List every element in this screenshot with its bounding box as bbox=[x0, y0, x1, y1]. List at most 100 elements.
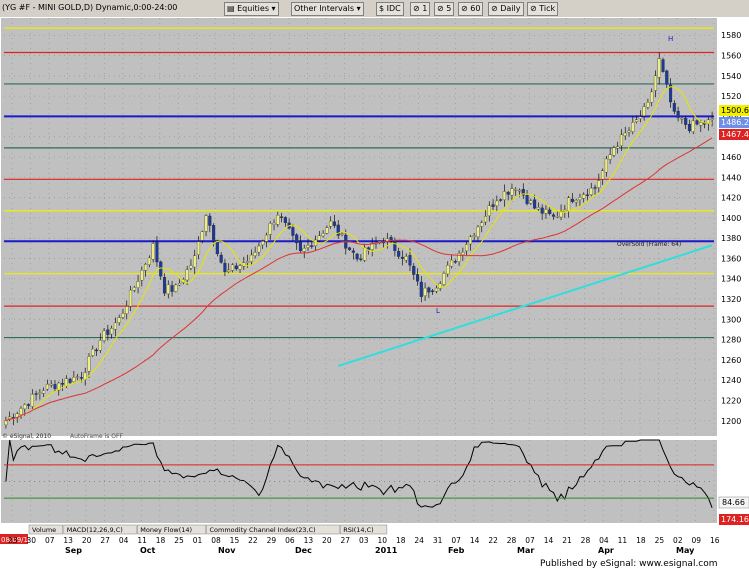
price-tick-label: 1380 bbox=[721, 234, 741, 243]
candle-body bbox=[533, 199, 537, 209]
price-tick-label: 1300 bbox=[721, 315, 741, 324]
date-tick-label: 24 bbox=[414, 536, 424, 545]
candle-body bbox=[113, 322, 117, 330]
candle-body bbox=[178, 282, 182, 286]
candle-body bbox=[128, 289, 133, 307]
month-label: Mar bbox=[517, 546, 534, 555]
candle-body bbox=[147, 257, 151, 265]
price-chart[interactable]: 1200122012401260128013001320134013601380… bbox=[0, 0, 749, 570]
candle-body bbox=[529, 200, 533, 204]
date-tick-label: 14 bbox=[470, 536, 480, 545]
price-tick-label: 1560 bbox=[721, 52, 741, 61]
candle-body bbox=[544, 209, 548, 214]
candle-body bbox=[204, 215, 208, 232]
candle-body bbox=[325, 227, 329, 234]
candle-body bbox=[227, 269, 231, 272]
candle-body bbox=[359, 258, 363, 260]
candle-body bbox=[472, 235, 476, 237]
candle-body bbox=[132, 287, 136, 291]
candle-body bbox=[627, 130, 631, 133]
candle-body bbox=[310, 245, 314, 247]
candle-body bbox=[102, 330, 106, 341]
price-tick-label: 1520 bbox=[721, 92, 741, 101]
candle-body bbox=[604, 158, 608, 173]
candle-body bbox=[91, 348, 95, 356]
date-tick-label: 18 bbox=[156, 536, 166, 545]
candle-body bbox=[42, 390, 46, 394]
candle-body bbox=[219, 254, 223, 263]
price-tick-label: 1360 bbox=[721, 254, 741, 263]
candle-body bbox=[121, 313, 125, 318]
study-tabs: Volume MACD(12,26,9,C) Money Flow(14) Commo… bbox=[28, 524, 388, 535]
candle-body bbox=[72, 377, 76, 383]
candle-body bbox=[291, 227, 295, 236]
price-tick-label: 1460 bbox=[721, 153, 741, 162]
candle-body bbox=[453, 261, 457, 263]
price-tick-label: 1580 bbox=[721, 31, 741, 40]
date-tick-label: 28 bbox=[507, 536, 517, 545]
candle-body bbox=[684, 118, 688, 125]
date-tick-label: 07 bbox=[525, 536, 535, 545]
candle-body bbox=[215, 240, 219, 255]
candle-body bbox=[597, 180, 601, 188]
candle-body bbox=[423, 287, 427, 296]
candle-body bbox=[87, 356, 91, 372]
candle-body bbox=[623, 132, 627, 136]
candle-body bbox=[514, 189, 518, 191]
study-tab-label: MACD(12,26,9,C) bbox=[67, 526, 123, 534]
price-tick-label: 1220 bbox=[721, 396, 741, 405]
date-tick-label: 13 bbox=[63, 536, 73, 545]
candle-body bbox=[567, 197, 571, 211]
date-tick-label: 07 bbox=[45, 536, 55, 545]
date-tick-label: 04 bbox=[599, 536, 609, 545]
price-tick-label: 1420 bbox=[721, 194, 741, 203]
low-marker: L bbox=[436, 307, 440, 315]
candle-body bbox=[427, 287, 431, 293]
study-tab-label: Commodity Channel Index(23,C) bbox=[210, 526, 316, 534]
autoframe-note: AutoFrame is OFF bbox=[70, 433, 123, 440]
candle-body bbox=[340, 233, 344, 235]
candle-body bbox=[665, 70, 669, 85]
date-tick-label: 22 bbox=[248, 536, 258, 545]
price-tick-label: 1240 bbox=[721, 376, 741, 385]
date-tick-label: 03 bbox=[359, 536, 369, 545]
candle-body bbox=[431, 290, 435, 292]
candle-body bbox=[212, 225, 216, 242]
candle-body bbox=[434, 287, 438, 292]
candle-body bbox=[332, 221, 337, 226]
month-label: Sep bbox=[65, 546, 82, 555]
oversold-note: OverSold (Frame: 64) bbox=[617, 241, 681, 248]
date-tick-label: 14 bbox=[544, 536, 554, 545]
candle-body bbox=[23, 404, 27, 410]
candle-body bbox=[363, 247, 367, 261]
candle-body bbox=[351, 250, 355, 253]
candle-body bbox=[397, 251, 401, 257]
price-tick-label: 1540 bbox=[721, 72, 741, 81]
candle-body bbox=[200, 231, 204, 241]
candle-body bbox=[106, 329, 110, 335]
candle-body bbox=[193, 255, 197, 268]
candle-body bbox=[302, 248, 306, 252]
date-tick-label: 07 bbox=[451, 536, 461, 545]
candle-body bbox=[94, 349, 99, 352]
candle-body bbox=[170, 285, 174, 292]
candle-body bbox=[189, 265, 193, 269]
candle-body bbox=[691, 120, 695, 132]
candle-body bbox=[646, 102, 650, 108]
candle-body bbox=[461, 252, 465, 255]
candle-body bbox=[253, 252, 257, 256]
candle-body bbox=[125, 306, 129, 314]
stop-price-flag: 1467.4 bbox=[721, 130, 749, 139]
price-tick-label: 1340 bbox=[721, 275, 741, 284]
date-tick-label: 25 bbox=[655, 536, 665, 545]
candle-body bbox=[635, 119, 639, 122]
candle-body bbox=[4, 420, 8, 426]
price-tick-label: 1260 bbox=[721, 356, 741, 365]
date-tick-label: 29 bbox=[267, 536, 277, 545]
date-tick-label: 31 bbox=[433, 536, 443, 545]
date-tick-label: 20 bbox=[322, 536, 332, 545]
candle-body bbox=[295, 234, 299, 244]
date-tick-label: 28 bbox=[581, 536, 591, 545]
candle-body bbox=[355, 253, 359, 260]
candle-body bbox=[400, 256, 404, 259]
